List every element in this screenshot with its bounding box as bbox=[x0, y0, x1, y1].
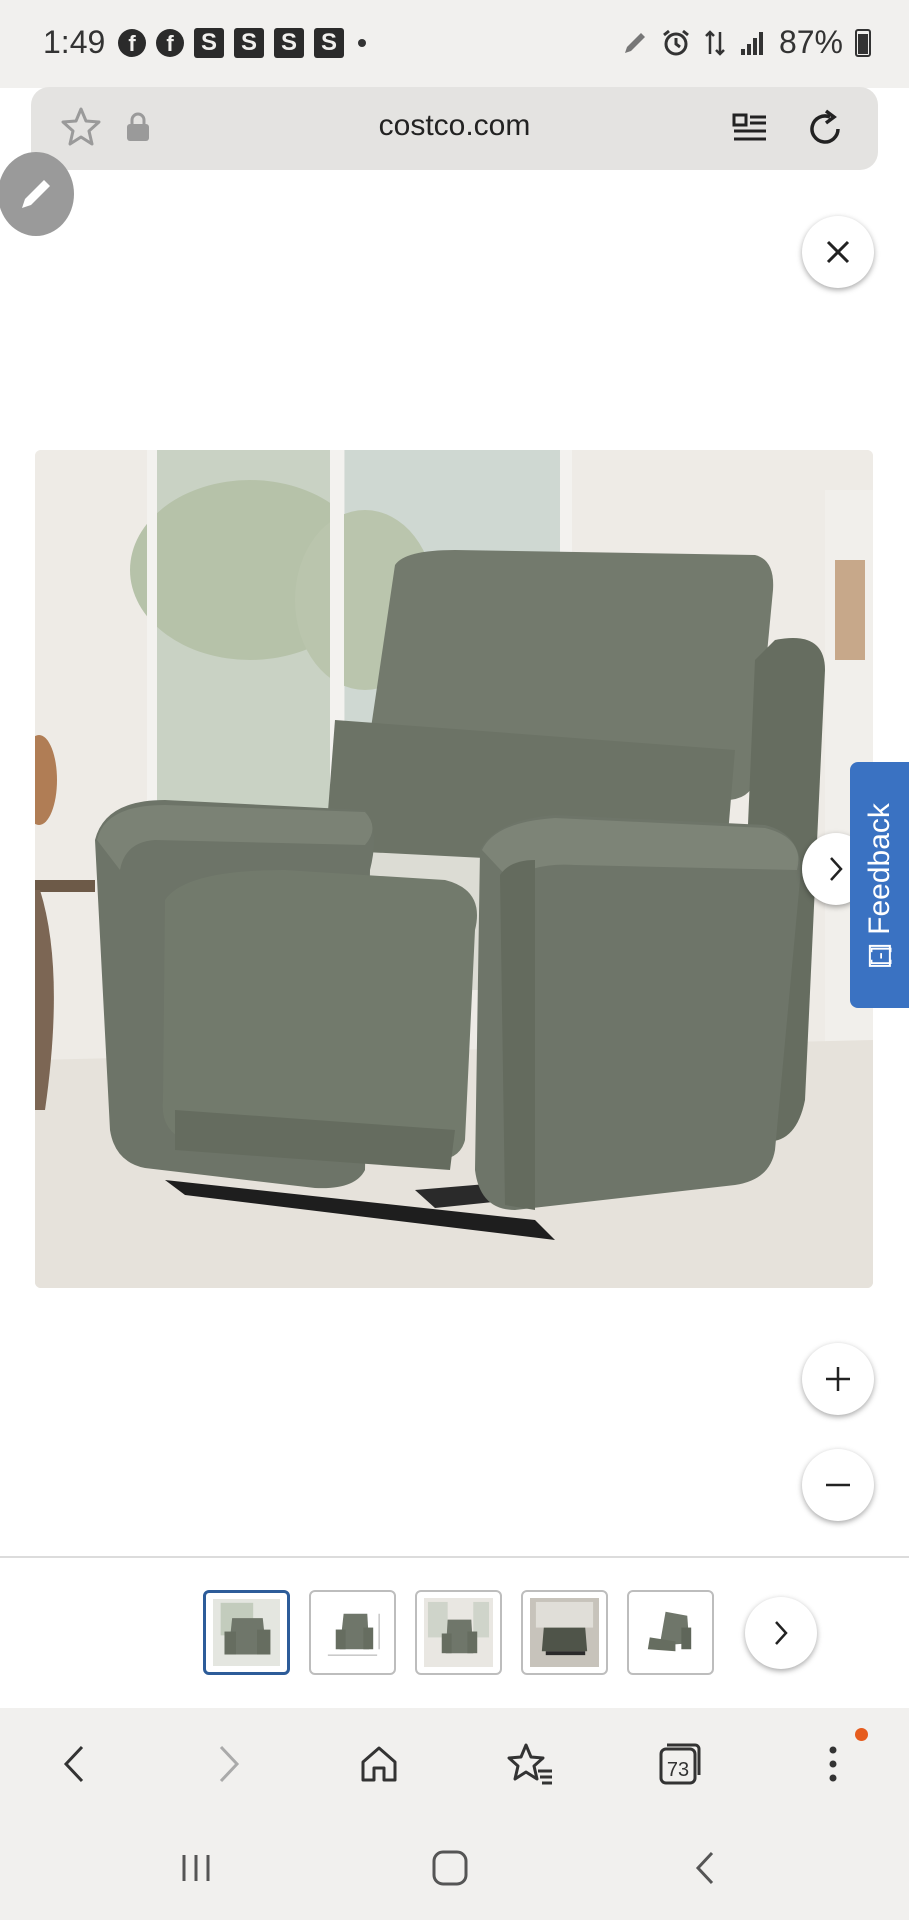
feedback-icon: [-] bbox=[866, 944, 892, 967]
thumbnail-image bbox=[213, 1599, 280, 1666]
home-icon bbox=[361, 1746, 397, 1782]
zoom-out-button[interactable] bbox=[802, 1449, 874, 1521]
thumbnail-4[interactable] bbox=[521, 1590, 608, 1675]
back-button[interactable] bbox=[46, 1736, 102, 1792]
feedback-tab[interactable]: [-] Feedback bbox=[850, 762, 909, 1008]
battery-icon bbox=[855, 28, 871, 57]
battery-percent: 87% bbox=[778, 24, 843, 60]
tabs-button[interactable]: 73 bbox=[652, 1736, 708, 1792]
thumbnail-image bbox=[424, 1598, 493, 1667]
edit-button[interactable] bbox=[0, 152, 74, 236]
menu-button[interactable] bbox=[805, 1736, 861, 1792]
pen-icon bbox=[624, 32, 645, 53]
s-app-icon: S bbox=[194, 28, 224, 58]
s-app-icon: S bbox=[314, 28, 344, 58]
thumbnail-3[interactable] bbox=[415, 1590, 502, 1675]
facebook-icon: f bbox=[156, 29, 184, 57]
thumbnail-image bbox=[318, 1598, 387, 1667]
chevron-left-icon bbox=[63, 1745, 84, 1783]
system-navigation-bar bbox=[0, 1816, 909, 1920]
back-nav-button[interactable] bbox=[675, 1838, 735, 1898]
pencil-icon bbox=[22, 180, 50, 208]
home-square-icon bbox=[432, 1850, 468, 1886]
recents-icon bbox=[182, 1855, 210, 1881]
status-time: 1:49 bbox=[43, 24, 106, 60]
zoom-in-button[interactable] bbox=[802, 1343, 874, 1415]
more-vertical-icon bbox=[829, 1746, 837, 1782]
facebook-icon: f bbox=[118, 29, 146, 57]
divider bbox=[0, 1556, 909, 1558]
status-bar: 1:49 f f S S S S 87% bbox=[0, 0, 909, 88]
menu-notification-dot bbox=[855, 1728, 868, 1741]
system-icons: 87% bbox=[621, 24, 871, 61]
close-icon bbox=[826, 240, 850, 264]
home-nav-button[interactable] bbox=[420, 1838, 480, 1898]
s-app-icon: S bbox=[274, 28, 304, 58]
close-viewer-button[interactable] bbox=[802, 216, 874, 288]
alarm-icon bbox=[663, 29, 689, 55]
home-button[interactable] bbox=[351, 1736, 407, 1792]
thumbnail-image bbox=[530, 1598, 599, 1667]
bookmark-list-icon bbox=[507, 1743, 552, 1785]
plus-icon bbox=[826, 1367, 850, 1391]
feedback-label: Feedback bbox=[862, 803, 896, 935]
notification-icons: f f S S S S bbox=[118, 28, 366, 58]
more-notifications-dot bbox=[358, 39, 366, 47]
reload-icon[interactable] bbox=[804, 107, 848, 151]
address-bar[interactable]: costco.com bbox=[31, 87, 878, 170]
thumbnail-5[interactable] bbox=[627, 1590, 714, 1675]
thumbnails-next-button[interactable] bbox=[745, 1597, 817, 1669]
chevron-right-icon bbox=[830, 857, 843, 881]
back-chevron-icon bbox=[695, 1851, 714, 1885]
s-app-icon: S bbox=[234, 28, 264, 58]
tab-count: 73 bbox=[666, 1758, 690, 1781]
minus-icon bbox=[826, 1483, 850, 1487]
data-transfer-icon bbox=[705, 29, 725, 56]
signal-icon bbox=[740, 31, 763, 55]
recliner-photo bbox=[35, 450, 873, 1288]
product-image[interactable] bbox=[35, 450, 873, 1288]
bookmarks-button[interactable] bbox=[502, 1736, 558, 1792]
chevron-right-icon bbox=[219, 1745, 240, 1783]
thumbnail-2[interactable] bbox=[309, 1590, 396, 1675]
thumbnail-1[interactable] bbox=[203, 1590, 290, 1675]
thumbnail-image bbox=[636, 1598, 705, 1667]
forward-button[interactable] bbox=[201, 1736, 257, 1792]
recent-apps-button[interactable] bbox=[166, 1838, 226, 1898]
reader-mode-icon[interactable] bbox=[730, 109, 770, 149]
browser-toolbar: 73 bbox=[0, 1708, 909, 1816]
chevron-right-icon bbox=[775, 1621, 788, 1645]
